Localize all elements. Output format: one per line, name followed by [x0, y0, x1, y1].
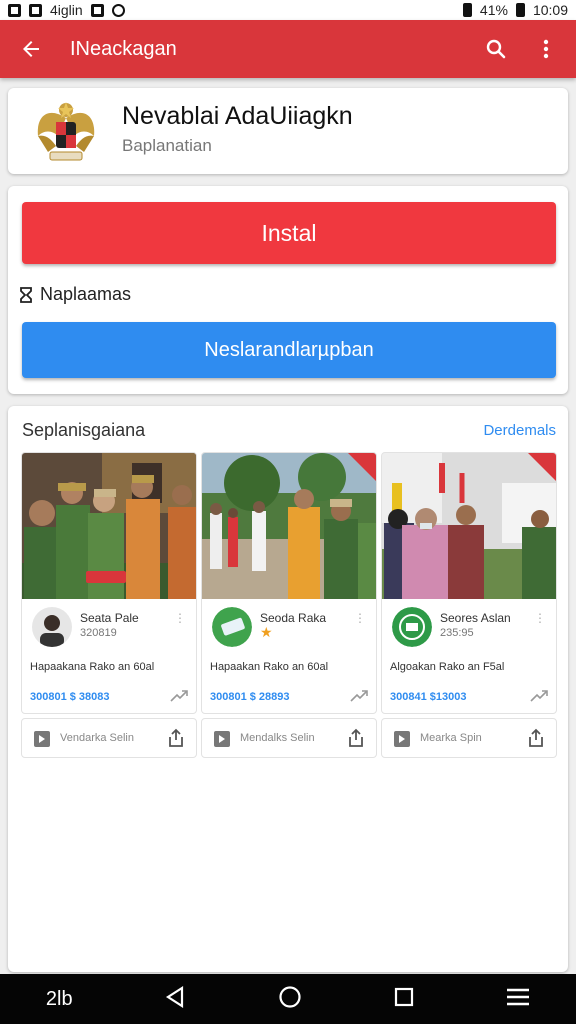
tile-photo [202, 453, 376, 599]
tile-name: Seores Aslan [440, 611, 511, 625]
video-label: Vendarka Selin [60, 732, 134, 744]
app-header-card: Nevablai AdaUiiagkn Baplanatian [8, 88, 568, 174]
appbar-title: INeackagan [70, 37, 177, 60]
tile-subtitle: 235:95 [440, 627, 474, 639]
video-icon [34, 731, 50, 747]
tile-2[interactable]: Seoda Raka ★ ⋮ Hapaakan Rako an 60al 300… [201, 452, 377, 714]
battery-text: 41% [479, 2, 508, 18]
emblem-logo-icon [30, 96, 102, 166]
secondary-action-button[interactable]: Neslarandlarµpban [22, 322, 556, 378]
status-bar: 4iglin 41% 10:09 [0, 0, 576, 20]
recents-square-icon[interactable] [394, 987, 414, 1012]
tile-name: Seata Pale [80, 611, 139, 625]
search-icon[interactable] [480, 33, 512, 65]
ads-notice: Naplaamas [20, 284, 131, 305]
trend-icon [530, 689, 548, 708]
share-icon[interactable] [526, 728, 546, 753]
mail-icon [29, 3, 42, 17]
video-button[interactable]: Mearka Spin [381, 718, 557, 758]
trend-icon [350, 689, 368, 708]
hourglass-icon [20, 286, 32, 303]
tile-photo [382, 453, 556, 599]
avatar [212, 607, 252, 647]
tile-description: Algoakan Rako an F5al [390, 661, 505, 673]
menu-lines-icon[interactable] [506, 987, 530, 1012]
section-title: Seplanisgaiana [22, 420, 146, 440]
more-icon[interactable]: ⋮ [354, 611, 366, 625]
trend-icon [170, 689, 188, 708]
install-button[interactable]: Instal [22, 202, 556, 264]
tile-1[interactable]: Seata Pale 320819 ⋮ Hapaakana Rako an 60… [21, 452, 197, 714]
app-bar: INeackagan [0, 20, 576, 78]
screenshots-section: Seplanisgaiana Derdemals Seata Pale 3208… [8, 406, 568, 972]
system-nav-bar: 2lb [0, 974, 576, 1024]
status-left-text: 4iglin [50, 2, 83, 18]
clock: 10:09 [532, 2, 568, 18]
star-icon: ★ [260, 624, 273, 640]
actions-card: Instal Naplaamas Neslarandlarµpban [8, 186, 568, 394]
sync-icon [111, 3, 125, 17]
tile-description: Hapaakan Rako an 60al [210, 661, 329, 673]
tile-price: 300801 $ 28893 [210, 691, 290, 703]
avatar [32, 607, 72, 647]
tile-subtitle: 320819 [80, 627, 117, 639]
share-icon[interactable] [346, 728, 366, 753]
more-icon[interactable]: ⋮ [534, 611, 546, 625]
arrow-left-icon[interactable] [14, 32, 48, 66]
section-more-link[interactable]: Derdemals [483, 422, 556, 439]
tile-price: 300801 $ 38083 [30, 691, 110, 703]
app-subtitle: Baplanatian [122, 136, 212, 155]
battery-level-icon [515, 3, 525, 17]
battery-icon [462, 3, 472, 17]
ads-label: Naplaamas [40, 284, 132, 304]
video-label: Mendalks Selin [240, 732, 315, 744]
more-vert-icon[interactable] [530, 33, 562, 65]
video-button[interactable]: Mendalks Selin [201, 718, 377, 758]
more-icon[interactable]: ⋮ [174, 611, 186, 625]
tile-photo [22, 453, 196, 599]
video-button[interactable]: Vendarka Selin [21, 718, 197, 758]
notification-icon [8, 3, 21, 17]
tile-name: Seoda Raka [260, 611, 327, 625]
home-circle-icon[interactable] [278, 985, 302, 1014]
share-icon[interactable] [166, 728, 186, 753]
video-label: Mearka Spin [420, 732, 482, 744]
avatar [392, 607, 432, 647]
video-icon [394, 731, 410, 747]
tile-price: 300841 $13003 [390, 691, 467, 703]
tile-description: Hapaakana Rako an 60al [30, 661, 155, 673]
app-name: Nevablai AdaUiiagkn [122, 102, 353, 130]
play-icon [90, 3, 104, 17]
video-icon [214, 731, 230, 747]
nav-label: 2lb [45, 987, 73, 1010]
tile-3[interactable]: Seores Aslan 235:95 ⋮ Algoakan Rako an F… [381, 452, 557, 714]
back-triangle-icon[interactable] [164, 985, 186, 1013]
